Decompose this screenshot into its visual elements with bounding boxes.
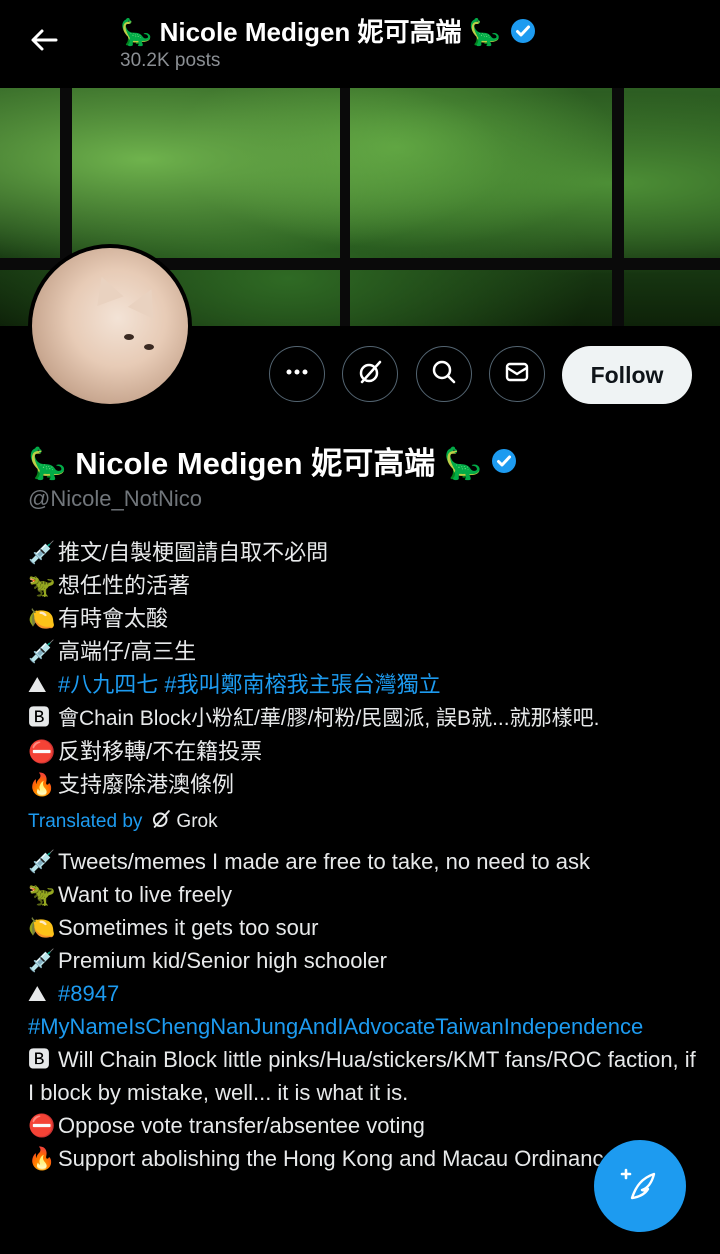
mountain-icon: ⛰ — [28, 672, 47, 697]
translated-by[interactable]: Translated by Grok — [28, 808, 218, 836]
tbio-line: 🦖 Want to live freely — [28, 878, 698, 911]
b-button-icon: 🅱 — [28, 705, 51, 730]
bio-line: 💉 推文/自製梗圖請自取不必問 — [28, 536, 698, 569]
bio-line: ⛔ 反對移轉/不在籍投票 — [28, 735, 698, 768]
translated-by-label: Translated by — [28, 811, 143, 832]
bio-text: 反對移轉/不在籍投票 — [58, 739, 263, 764]
bio-line: 🍋 有時會太酸 — [28, 602, 698, 635]
tbio-line: ⛔ Oppose vote transfer/absentee voting — [28, 1109, 698, 1142]
no-entry-icon: ⛔ — [28, 1113, 56, 1138]
hashtag-link[interactable]: #八九四七 #我叫鄭南榕我主張台灣獨立 — [58, 672, 441, 697]
message-button[interactable] — [489, 346, 545, 402]
tbio-line: 🍋 Sometimes it gets too sour — [28, 911, 698, 944]
more-icon — [284, 359, 310, 390]
hashtag-link[interactable]: #MyNameIsChengNanJungAndIAdvocateTaiwanI… — [28, 1010, 698, 1043]
dinosaur-icon: 🦖 — [28, 573, 56, 598]
more-button[interactable] — [269, 346, 325, 402]
cat-eye — [144, 344, 154, 350]
fire-icon: 🔥 — [28, 772, 56, 797]
avatar-image — [32, 248, 188, 404]
profile-name: 🦕 Nicole Medigen 妮可高端 🦕 — [28, 438, 518, 483]
tbio-text: Premium kid/Senior high schooler — [58, 948, 387, 973]
bio-text: 推文/自製梗圖請自取不必問 — [58, 540, 329, 565]
no-entry-icon: ⛔ — [28, 739, 56, 764]
window-frame — [612, 88, 624, 326]
grok-label: Grok — [176, 811, 218, 832]
grok-badge: Grok — [150, 808, 218, 836]
grok-icon — [150, 808, 172, 836]
header-title: 🦕 Nicole Medigen 妮可高端 🦕 — [120, 12, 537, 49]
compose-icon — [618, 1162, 662, 1211]
syringe-icon: 💉 — [28, 540, 56, 565]
cat-ear — [88, 271, 124, 307]
grok-button[interactable] — [342, 346, 398, 402]
fire-icon: 🔥 — [28, 1146, 56, 1171]
cat-eye — [124, 334, 134, 340]
mail-icon — [503, 358, 531, 391]
profile-name-text: 🦕 Nicole Medigen 妮可高端 🦕 — [28, 446, 483, 481]
translated-bio: 💉 Tweets/memes I made are free to take, n… — [28, 845, 698, 1175]
syringe-icon: 💉 — [28, 639, 56, 664]
bio-text: 想任性的活著 — [58, 573, 191, 598]
profile-handle: @Nicole_NotNico — [28, 486, 202, 511]
bio-text: 高端仔/高三生 — [58, 639, 197, 664]
tbio-line: 💉 Tweets/memes I made are free to take, n… — [28, 845, 698, 878]
post-count: 30.2K posts — [120, 50, 221, 71]
follow-button[interactable]: Follow — [562, 346, 692, 404]
syringe-icon: 💉 — [28, 948, 56, 973]
back-arrow-icon[interactable] — [26, 22, 62, 58]
bio-text: 會Chain Block小粉紅/華/膠/柯粉/民國派, 誤B就...就那樣吧. — [58, 707, 600, 730]
tbio-text: Sometimes it gets too sour — [58, 915, 319, 940]
search-button[interactable] — [416, 346, 472, 402]
bio-line: ⛰ #八九四七 #我叫鄭南榕我主張台灣獨立 — [28, 668, 698, 701]
mountain-icon: ⛰ — [28, 981, 47, 1006]
tbio-line: ⛰ #8947 — [28, 977, 698, 1010]
lemon-icon: 🍋 — [28, 606, 56, 631]
tbio-text: Want to live freely — [58, 882, 233, 907]
grok-icon — [356, 358, 384, 391]
tbio-text: Oppose vote transfer/absentee voting — [58, 1113, 425, 1138]
tbio-text: Tweets/memes I made are free to take, no… — [58, 849, 590, 874]
avatar[interactable] — [28, 244, 192, 408]
tbio-text: Will Chain Block little pinks/Hua/sticke… — [28, 1047, 696, 1105]
bio-text: 支持廢除港澳條例 — [58, 772, 235, 797]
tbio-line: 💉 Premium kid/Senior high schooler — [28, 944, 698, 977]
top-bar: 🦕 Nicole Medigen 妮可高端 🦕 30.2K posts — [0, 0, 720, 88]
verified-badge-icon — [490, 447, 518, 475]
b-button-icon: 🅱 — [28, 1047, 51, 1072]
tbio-text: Support abolishing the Hong Kong and Mac… — [58, 1146, 616, 1171]
bio-line: 💉 高端仔/高三生 — [28, 635, 698, 668]
bio-text: 有時會太酸 — [58, 606, 169, 631]
bio-line: 🦖 想任性的活著 — [28, 569, 698, 602]
syringe-icon: 💉 — [28, 849, 56, 874]
cat-ear — [127, 283, 165, 319]
compose-button[interactable] — [594, 1140, 686, 1232]
bio-line: 🔥 支持廢除港澳條例 — [28, 768, 698, 801]
verified-badge-icon — [509, 17, 537, 45]
hashtag-link[interactable]: #8947 — [58, 981, 119, 1006]
dinosaur-icon: 🦖 — [28, 882, 56, 907]
bio: 💉 推文/自製梗圖請自取不必問 🦖 想任性的活著 🍋 有時會太酸 💉 高端仔/高三生 ⛰… — [28, 536, 698, 801]
lemon-icon: 🍋 — [28, 915, 56, 940]
tbio-line: 🅱 Will Chain Block little pinks/Hua/stick… — [28, 1043, 698, 1109]
header-title-text: 🦕 Nicole Medigen 妮可高端 🦕 — [120, 17, 502, 47]
window-frame — [340, 88, 350, 326]
search-icon — [430, 358, 458, 391]
bio-line: 🅱 會Chain Block小粉紅/華/膠/柯粉/民國派, 誤B就...就那樣吧. — [28, 701, 698, 735]
